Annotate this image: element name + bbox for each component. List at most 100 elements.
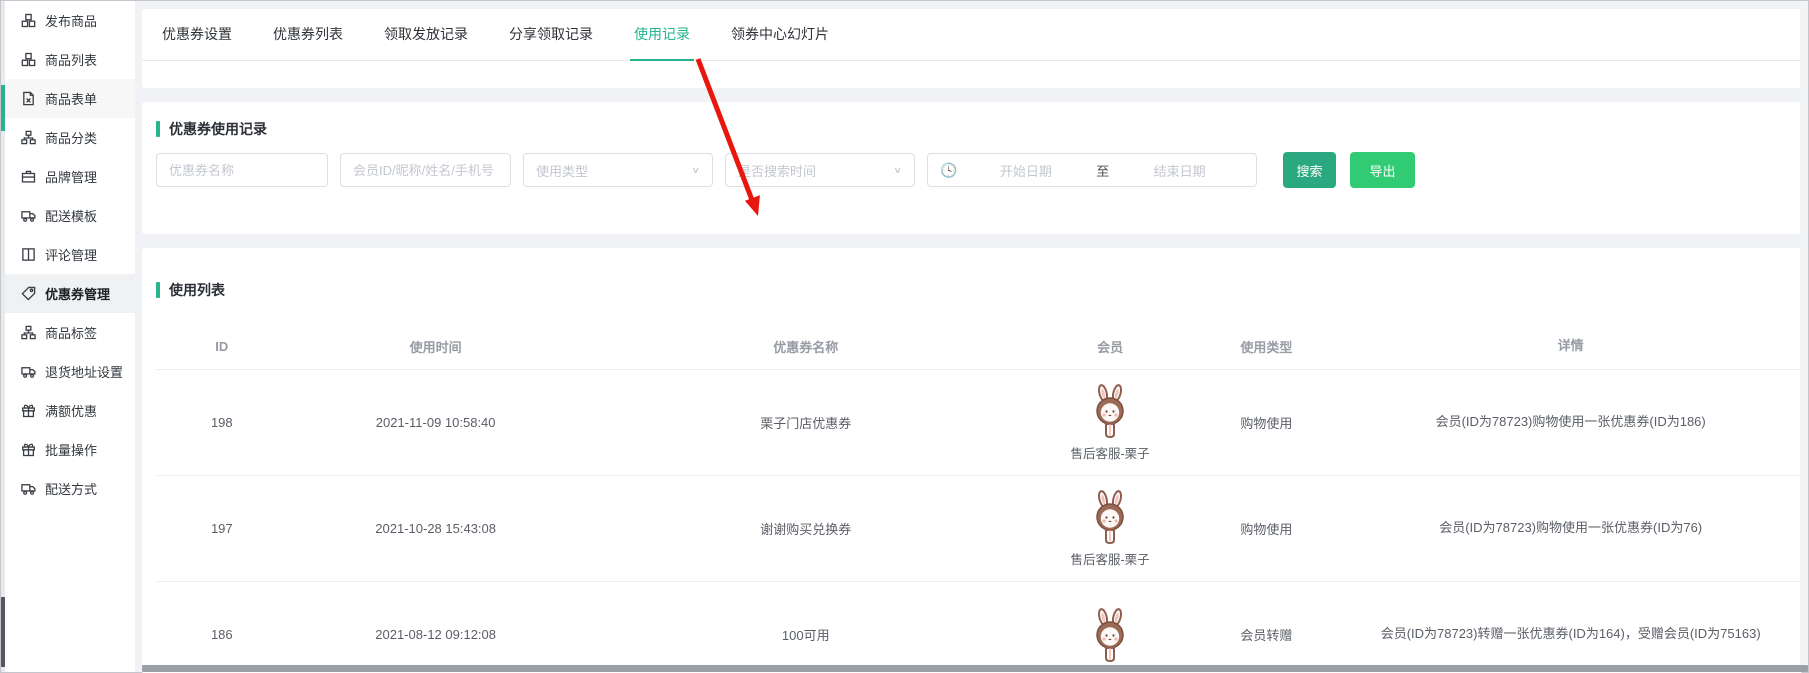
cell-time: 2021-10-28 15:43:08 [288,517,584,540]
member-avatar [1090,608,1130,662]
filter-row: 使用类型 ∨ 是否搜索时间 ∨ 🕓 开始日期 至 结束日期 搜索 导出 [156,152,1802,188]
sidebar-item-12[interactable]: 配送方式 [5,469,135,508]
tab-4[interactable]: 使用记录 [634,9,690,60]
sitemap-icon [21,130,36,145]
cell-coupon-name: 栗子门店优惠券 [584,409,1028,436]
usage-list-card: 使用列表 ID使用时间优惠券名称会员使用类型详情1982021-11-09 10… [142,248,1802,673]
sidebar-item-4[interactable]: 品牌管理 [5,157,135,196]
sidebar-item-7[interactable]: 优惠券管理 [5,274,135,313]
cell-detail: 会员(ID为78723)转赠一张优惠券(ID为164)，受赠会员(ID为7516… [1340,619,1801,649]
sidebar-item-0[interactable]: 发布商品 [5,1,135,40]
cell-id: 197 [156,517,288,540]
cell-id: 186 [156,623,288,646]
cell-time: 2021-08-12 09:12:08 [288,623,584,646]
coupon-tabs: 优惠券设置优惠券列表领取发放记录分享领取记录使用记录领券中心幻灯片 [142,9,1802,61]
sidebar-item-label: 配送模板 [45,206,97,225]
sidebar-item-2[interactable]: 商品表单 [5,79,135,118]
start-date-placeholder: 开始日期 [961,161,1090,180]
briefcase-icon [21,169,36,184]
member-cell [1028,604,1193,666]
sidebar-item-label: 退货地址设置 [45,362,123,381]
sidebar-item-3[interactable]: 商品分类 [5,118,135,157]
member-search-input[interactable] [340,153,511,187]
date-range-picker[interactable]: 🕓 开始日期 至 结束日期 [927,153,1257,187]
truck-icon [21,208,36,223]
export-button[interactable]: 导出 [1350,152,1415,188]
sidebar-item-9[interactable]: 退货地址设置 [5,352,135,391]
sitemap-icon [21,325,36,340]
tab-0[interactable]: 优惠券设置 [162,9,232,60]
cell-coupon-name: 谢谢购买兑换券 [584,515,1028,542]
sidebar-item-label: 商品标签 [45,323,97,342]
truck-icon [21,481,36,496]
main-content: 优惠券设置优惠券列表领取发放记录分享领取记录使用记录领券中心幻灯片 优惠券使用记… [142,1,1802,672]
list-section-header: 使用列表 [156,280,1802,300]
tab-1[interactable]: 优惠券列表 [273,9,343,60]
sidebar-item-5[interactable]: 配送模板 [5,196,135,235]
coupon-name-input[interactable] [156,153,328,187]
columns-icon [21,247,36,262]
column-header-5: 详情 [1340,331,1801,361]
cell-detail: 会员(ID为78723)购物使用一张优惠券(ID为186) [1340,407,1801,437]
left-scrollbar-thumb-teal[interactable] [1,85,5,131]
cell-id: 198 [156,411,288,434]
member-cell: 售后客服-栗子 [1028,380,1193,466]
column-header-1: 使用时间 [288,333,584,360]
table-row-1: 1972021-10-28 15:43:08谢谢购买兑换券 售后客服-栗子购物使… [156,476,1801,582]
horizontal-scrollbar-thumb[interactable] [142,665,1808,672]
column-header-0: ID [156,335,288,358]
member-avatar [1090,490,1130,544]
usage-table: ID使用时间优惠券名称会员使用类型详情1982021-11-09 10:58:4… [156,324,1801,673]
tab-5[interactable]: 领券中心幻灯片 [731,9,829,60]
sidebar-item-label: 品牌管理 [45,167,97,186]
sidebar-item-label: 满额优惠 [45,401,97,420]
sidebar-item-6[interactable]: 评论管理 [5,235,135,274]
tab-bar-card: 优惠券设置优惠券列表领取发放记录分享领取记录使用记录领券中心幻灯片 [142,9,1802,88]
tab-2[interactable]: 领取发放记录 [384,9,468,60]
search-button[interactable]: 搜索 [1283,152,1336,188]
left-scrollbar-track[interactable] [1,1,5,672]
time-search-select-placeholder: 是否搜索时间 [738,161,893,180]
section-accent-bar [156,121,160,137]
table-row-2: 1862021-08-12 09:12:08100可用 会员转赠会员(ID为78… [156,582,1801,673]
tab-3[interactable]: 分享领取记录 [509,9,593,60]
cell-use-type: 购物使用 [1192,409,1340,436]
table-header-row: ID使用时间优惠券名称会员使用类型详情 [156,324,1801,370]
clock-icon: 🕓 [940,162,957,179]
member-avatar [1090,384,1130,438]
cell-use-type: 购物使用 [1192,515,1340,542]
sidebar-item-1[interactable]: 商品列表 [5,40,135,79]
sidebar-nav: 发布商品商品列表商品表单商品分类品牌管理配送模板评论管理优惠券管理商品标签退货地… [5,1,135,672]
table-row-0: 1982021-11-09 10:58:40栗子门店优惠券 售后客服-栗子 购物使… [156,370,1801,476]
sidebar-item-label: 发布商品 [45,11,97,30]
sidebar-item-label: 优惠券管理 [45,284,110,303]
date-range-separator: 至 [1090,161,1115,180]
left-scrollbar-thumb-dark[interactable] [1,597,5,667]
cell-use-type: 会员转赠 [1192,621,1340,648]
use-type-select-placeholder: 使用类型 [536,161,691,180]
sidebar-item-8[interactable]: 商品标签 [5,313,135,352]
section-accent-bar [156,282,160,298]
sidebar-item-label: 批量操作 [45,440,97,459]
list-section-title: 使用列表 [169,280,225,300]
column-header-4: 使用类型 [1192,333,1340,360]
cell-time: 2021-11-09 10:58:40 [288,411,584,434]
chevron-down-icon: ∨ [893,165,902,176]
use-type-select[interactable]: 使用类型 ∨ [523,153,713,187]
time-search-select[interactable]: 是否搜索时间 ∨ [725,153,915,187]
end-date-placeholder: 结束日期 [1115,161,1244,180]
sidebar-item-label: 配送方式 [45,479,97,498]
member-cell: 售后客服-栗子 [1028,486,1193,572]
filter-card: 优惠券使用记录 使用类型 ∨ 是否搜索时间 ∨ 🕓 开始日期 至 结束日期 搜索… [142,102,1802,234]
sidebar-item-10[interactable]: 满额优惠 [5,391,135,430]
cubes-icon [21,13,36,28]
truck-icon [21,364,36,379]
member-name: 售后客服-栗子 [1070,443,1149,462]
sidebar-item-label: 商品表单 [45,89,97,108]
sidebar-item-label: 商品列表 [45,50,97,69]
sidebar-item-11[interactable]: 批量操作 [5,430,135,469]
file-x-icon [21,91,36,106]
chevron-down-icon: ∨ [691,165,700,176]
right-scrollbar-track[interactable] [1800,1,1808,672]
coupon-admin-page: { "colors": { "accent": "#26b48c", "sear… [0,0,1809,673]
